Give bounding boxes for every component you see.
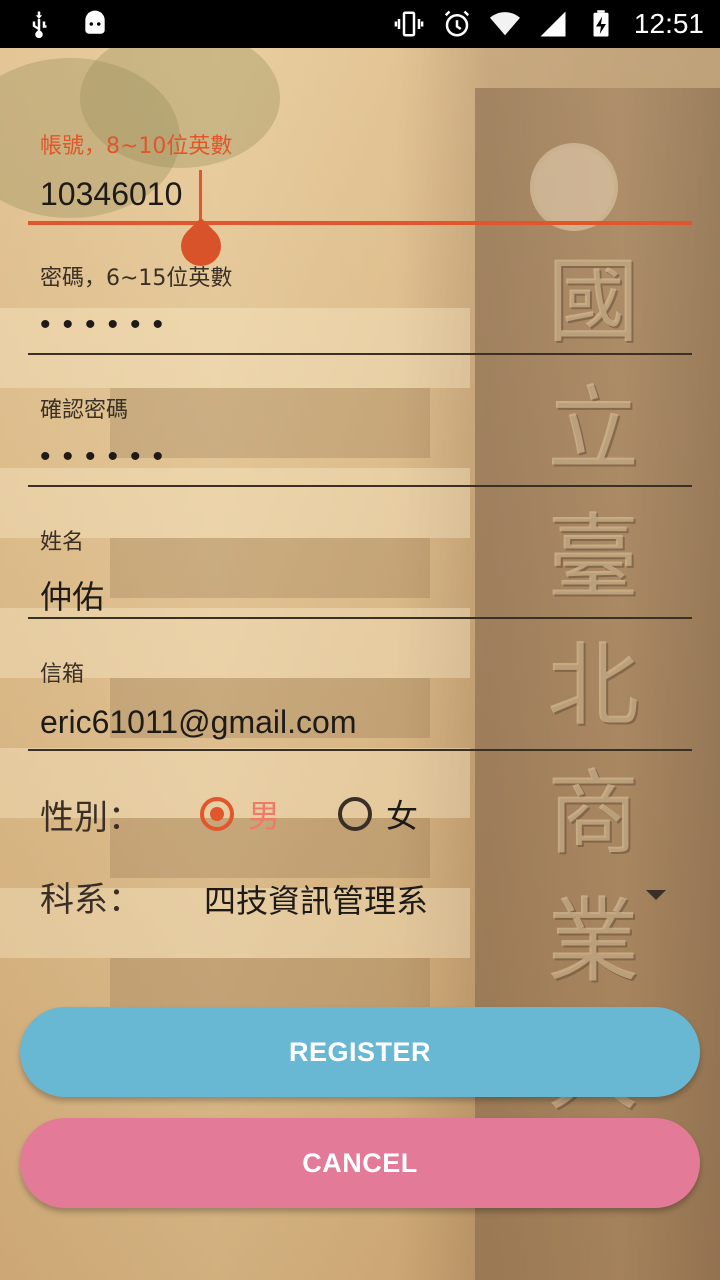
confirm-password-input[interactable]: •••••• xyxy=(40,440,175,474)
email-label: 信箱 xyxy=(40,662,85,687)
status-bar: 12:51 xyxy=(0,0,720,48)
confirm-password-label: 確認密碼 xyxy=(40,398,129,423)
gender-option-label: 女 xyxy=(386,797,419,835)
name-label: 姓名 xyxy=(40,530,85,555)
confirm-password-field[interactable]: 確認密碼 •••••• xyxy=(28,382,692,492)
usb-icon xyxy=(32,11,47,39)
name-field[interactable]: 姓名 仲佑 xyxy=(28,514,692,624)
account-field[interactable]: 帳號，8~10位英數 10346010 xyxy=(28,120,692,230)
email-input[interactable]: eric61011@gmail.com xyxy=(40,704,356,741)
department-dropdown[interactable]: 四技資訊管理系 xyxy=(190,870,692,926)
signal-icon xyxy=(540,11,566,37)
password-underline xyxy=(28,353,692,355)
clock: 12:51 xyxy=(633,8,704,39)
gender-option-male[interactable]: 男 xyxy=(200,791,280,837)
radio-unselected-icon[interactable] xyxy=(338,797,372,831)
text-cursor xyxy=(199,170,202,222)
account-underline xyxy=(28,221,692,225)
email-underline xyxy=(28,749,692,751)
password-input[interactable]: •••••• xyxy=(40,308,175,342)
email-field[interactable]: 信箱 eric61011@gmail.com xyxy=(28,646,692,756)
account-label: 帳號，8~10位英數 xyxy=(40,134,233,159)
battery-charging-icon xyxy=(593,10,609,37)
register-button[interactable]: REGISTER xyxy=(20,1007,700,1097)
name-underline xyxy=(28,617,692,619)
wifi-icon xyxy=(489,12,520,36)
alarm-icon xyxy=(444,10,470,37)
gender-option-label: 男 xyxy=(248,797,281,835)
cancel-button[interactable]: CANCEL xyxy=(20,1118,700,1208)
android-icon xyxy=(85,10,105,34)
name-input[interactable]: 仲佑 xyxy=(40,572,104,618)
confirm-password-underline xyxy=(28,485,692,487)
gender-label: 性別： xyxy=(40,798,142,838)
vibrate-icon xyxy=(394,11,424,37)
dropdown-arrow-icon xyxy=(646,890,666,900)
radio-selected-icon[interactable] xyxy=(200,797,234,831)
department-selected: 四技資訊管理系 xyxy=(204,882,429,920)
account-input[interactable]: 10346010 xyxy=(40,176,182,213)
gender-option-female[interactable]: 女 xyxy=(338,791,418,837)
department-label: 科系： xyxy=(40,880,142,920)
password-field[interactable]: 密碼，6~15位英數 •••••• xyxy=(28,250,692,360)
password-label: 密碼，6~15位英數 xyxy=(40,266,233,291)
